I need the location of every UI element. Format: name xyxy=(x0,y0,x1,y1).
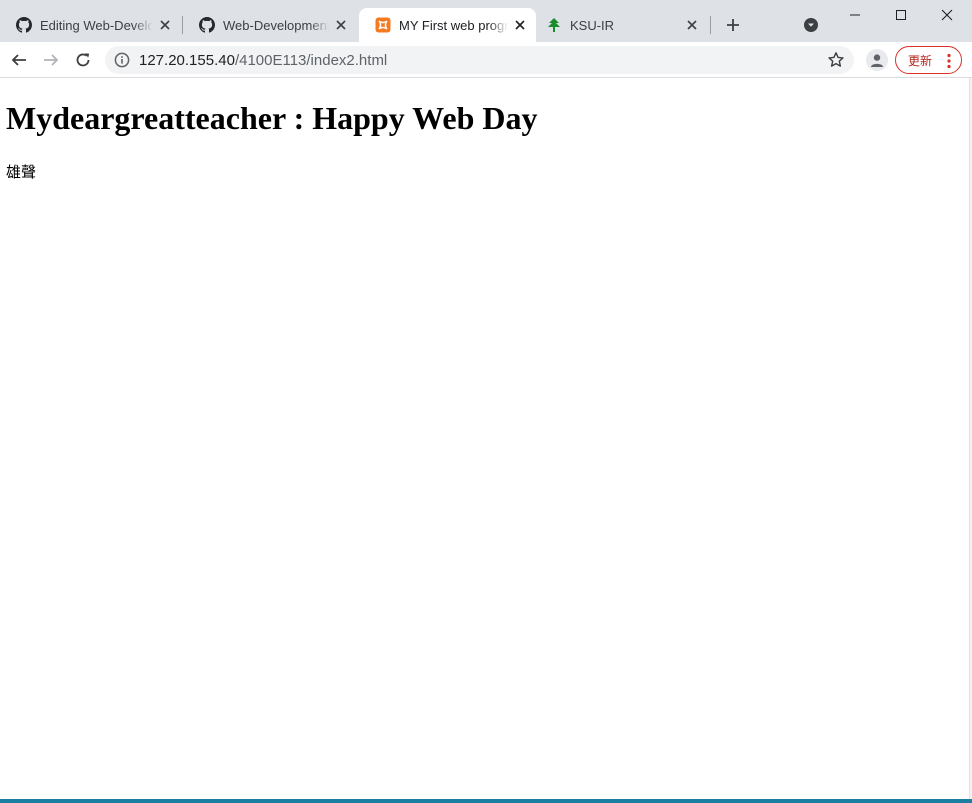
close-tab-icon[interactable] xyxy=(333,17,349,33)
reload-icon xyxy=(76,53,90,67)
tab-title: KSU-IR xyxy=(570,17,615,33)
bookmark-star-icon[interactable] xyxy=(827,51,845,69)
minimize-icon xyxy=(850,14,860,16)
reload-button[interactable] xyxy=(70,47,96,73)
github-icon xyxy=(16,17,32,33)
forward-button[interactable] xyxy=(38,47,64,73)
minimize-button[interactable] xyxy=(832,0,878,30)
url-path: /4100E113/index2.html xyxy=(234,52,388,69)
tab-search-button[interactable] xyxy=(801,15,821,35)
page-text: 雄聲 xyxy=(6,163,37,181)
close-icon xyxy=(941,9,953,21)
address-bar[interactable]: 127.20.155.40/4100E113/index2.html xyxy=(105,46,854,74)
url-host: 127.20.155.40 xyxy=(139,52,235,69)
chevron-down-circle-icon xyxy=(804,18,818,32)
tab-ksu-ir[interactable]: KSU-IR xyxy=(530,8,708,42)
person-icon xyxy=(871,54,883,67)
tab-readme[interactable]: Web-Development/README.md xyxy=(183,8,357,42)
tab-strip: Editing Web-Development/README.md Web-De… xyxy=(0,0,972,42)
url-text: 127.20.155.40/4100E113/index2.html xyxy=(139,52,387,69)
close-tab-icon[interactable] xyxy=(157,17,173,33)
info-icon[interactable] xyxy=(114,52,130,68)
close-tab-icon[interactable] xyxy=(684,17,700,33)
tab-my-first-web-program[interactable]: MY First web program xyxy=(359,8,536,42)
tab-separator xyxy=(710,16,711,34)
arrow-left-icon xyxy=(11,54,26,66)
tab-editing-readme[interactable]: Editing Web-Development/README.md xyxy=(0,8,181,42)
tab-title: Editing Web-Development/README.md xyxy=(40,17,153,33)
update-button[interactable]: 更新 xyxy=(895,46,962,74)
xampp-icon xyxy=(375,17,391,33)
close-tab-icon[interactable] xyxy=(512,17,528,33)
browser-toolbar: 127.20.155.40/4100E113/index2.html 更新 xyxy=(0,42,972,78)
maximize-icon xyxy=(896,10,906,20)
page-heading: Mydeargreatteacher : Happy Web Day xyxy=(6,100,538,136)
ksu-tree-icon xyxy=(546,17,562,33)
github-icon xyxy=(199,17,215,33)
close-window-button[interactable] xyxy=(924,0,970,30)
arrow-right-icon xyxy=(44,54,59,66)
taskbar-edge xyxy=(0,799,972,803)
new-tab-button[interactable] xyxy=(721,13,745,37)
profile-avatar-button[interactable] xyxy=(866,49,888,71)
more-vert-icon xyxy=(947,53,951,69)
tab-title: Web-Development/README.md xyxy=(223,17,329,33)
plus-icon xyxy=(727,19,739,31)
back-button[interactable] xyxy=(6,47,32,73)
update-label: 更新 xyxy=(908,53,933,68)
maximize-button[interactable] xyxy=(878,0,924,30)
tab-title: MY First web program xyxy=(399,17,508,33)
